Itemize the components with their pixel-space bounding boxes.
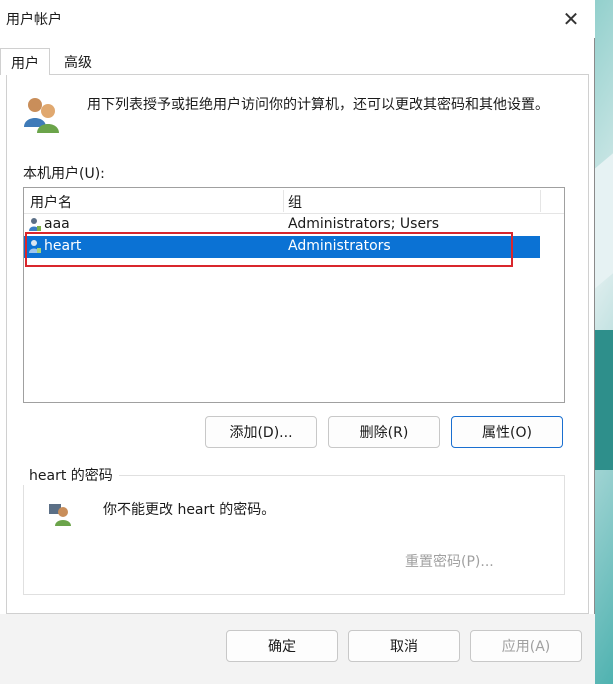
users-icon <box>24 98 59 133</box>
column-header-group[interactable]: 组 <box>288 192 302 212</box>
user-icon <box>29 218 41 231</box>
ok-button[interactable]: 确定 <box>226 630 338 662</box>
background-shape <box>595 330 613 470</box>
tab-advanced[interactable]: 高级 <box>54 48 102 74</box>
password-section-title: heart 的密码 <box>23 465 119 485</box>
list-header: 用户名 组 <box>24 188 564 214</box>
user-group: Administrators; Users <box>288 216 440 232</box>
dialog-footer: 确定 取消 应用(A) <box>0 614 595 684</box>
users-list[interactable]: 用户名 组 aaa Administrators; Users heart Ad… <box>23 187 565 403</box>
users-tab-panel: 用下列表授予或拒绝用户访问你的计算机，还可以更改其密码和其他设置。 本机用户(U… <box>6 74 589 614</box>
window-title: 用户帐户 <box>6 12 62 28</box>
intro-text: 用下列表授予或拒绝用户访问你的计算机，还可以更改其密码和其他设置。 <box>87 97 549 113</box>
properties-button[interactable]: 属性(O) <box>451 416 563 448</box>
user-accounts-dialog: 用户帐户 ✕ 用户 高级 用下列表授予或拒绝用户访问你的计算机，还可以更改其密码… <box>0 0 595 684</box>
remove-user-button[interactable]: 删除(R) <box>328 416 440 448</box>
add-user-button[interactable]: 添加(D)... <box>205 416 317 448</box>
local-users-label: 本机用户(U): <box>23 166 105 182</box>
user-key-icon <box>49 504 71 526</box>
close-icon: ✕ <box>562 7 580 31</box>
title-bar: 用户帐户 ✕ <box>0 0 595 38</box>
password-message: 你不能更改 heart 的密码。 <box>103 502 276 518</box>
column-divider[interactable] <box>540 190 541 212</box>
column-divider[interactable] <box>283 190 284 212</box>
close-button[interactable]: ✕ <box>552 4 590 34</box>
cancel-button[interactable]: 取消 <box>348 630 460 662</box>
tab-users[interactable]: 用户 <box>0 48 50 75</box>
user-name: aaa <box>44 216 70 232</box>
apply-button[interactable]: 应用(A) <box>470 630 582 662</box>
column-header-username[interactable]: 用户名 <box>30 192 72 212</box>
selection-highlight-box <box>25 232 513 267</box>
password-groupbox <box>23 475 565 595</box>
reset-password-button[interactable]: 重置密码(P)... <box>405 551 494 571</box>
tab-strip: 用户 高级 <box>0 48 595 75</box>
